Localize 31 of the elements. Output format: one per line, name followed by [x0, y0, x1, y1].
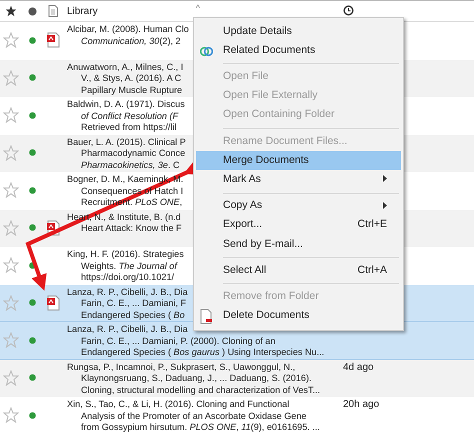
citation-text: Papillary Muscle Rupture	[80, 84, 182, 96]
citation-text: V., & Stys, A. (2016). A C	[80, 73, 182, 84]
citation-text: Anuwatworn, A., Milnes, C., I	[67, 62, 184, 73]
citation-text: Pharmacokinetics, 3e. C	[80, 160, 180, 171]
citation-text: Farin, C. E., ... Damiani, P. (2000). Cloning of an	[80, 336, 276, 347]
citation-text: Endangered Species ( Bos gaurus ) Using Interspecies Nu...	[80, 347, 324, 358]
citation-text: Weights. The Journal of	[80, 260, 177, 272]
citation-text: Lanza, R. P., Cibelli, J. B., Dia	[67, 286, 188, 298]
citation-text: of Conflict Resolution (F	[80, 110, 178, 122]
citation-text: https://doi.org/10.1021/	[80, 272, 174, 284]
citation-text: Farin, C. E., ... Damiani, F	[80, 298, 186, 310]
citation-text: Klaynongsruang, S., Daduang, J., ... Daduang, S. (2016).	[80, 373, 312, 384]
citation-text: Alcibar, M. (2008). Human Clo	[67, 24, 189, 36]
citation-text: Cloning, structural modelling and characterization of VesT...	[80, 384, 320, 396]
citation-text: Rungsa, P., Incamnoi, P., Sukprasert, S., Uawonggul, N.,	[67, 362, 296, 373]
citation-text: Endangered Species ( Bo	[80, 310, 185, 321]
time-text: 4d ago	[343, 362, 374, 373]
citation-text: Xin, S., Tao, C., & Li, H. (2016). Cloning and Functional	[67, 399, 290, 410]
citation-text: Analysis of the Promoter of an Ascorbate Oxidase Gene	[80, 410, 306, 422]
citation-text: Retrieved from https://lil	[80, 122, 177, 134]
citation-text: Heart Attack: Know the F	[80, 223, 182, 234]
citation-text: Bauer, L. A. (2015). Clinical P	[67, 136, 186, 148]
citation-text: Lanza, R. P., Cibelli, J. B., Dia	[67, 324, 188, 336]
column-header: Library	[67, 4, 98, 18]
time-text: 20h ago	[343, 399, 380, 410]
citation-text: King, H. F. (2016). Strategies	[67, 249, 184, 260]
sort-indicator: ^	[196, 4, 200, 12]
citation-text: Pharmacodynamic Conce	[80, 148, 186, 160]
citation-text: Communication, 30(2), 2	[80, 36, 181, 47]
citation-text: from Gossypium hirsutum. PLOS ONE, 11(9), e0161695. ...	[80, 422, 320, 434]
citation-text: Baldwin, D. A. (1971). Discus	[67, 99, 185, 110]
